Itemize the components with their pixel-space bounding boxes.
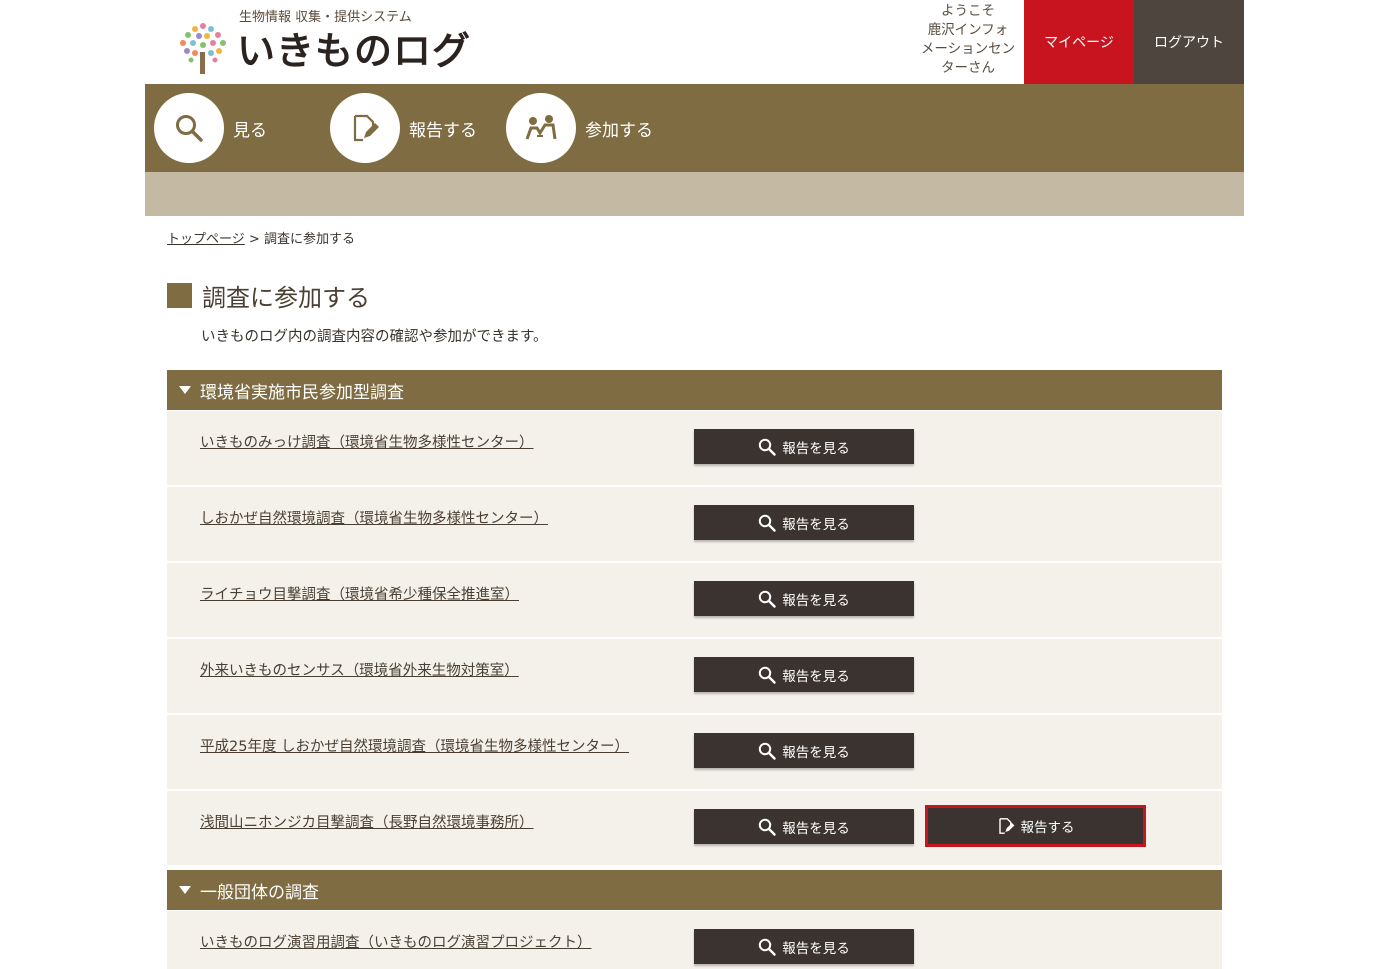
button-label: 報告を見る <box>782 744 850 761</box>
survey-link[interactable]: いきものログ演習用調査（いきものログ演習プロジェクト） <box>200 931 592 952</box>
list-item: いきものログ演習用調査（いきものログ演習プロジェクト） 報告を見る <box>167 911 1222 969</box>
page-wrapper: 生物情報 収集・提供システム いきものログ ようこそ 鹿沢インフォ メーションセ… <box>145 0 1244 216</box>
breadcrumb-separator: > <box>248 232 260 247</box>
nav-circle <box>154 93 224 163</box>
section-title: 一般団体の調査 <box>200 882 319 903</box>
list-item: いきものみっけ調査（環境省生物多様性センター） 報告を見る <box>167 411 1222 485</box>
welcome-line: ターさん <box>941 60 995 76</box>
page-title-text: 調査に参加する <box>202 283 370 312</box>
button-label: 報告を見る <box>782 592 850 609</box>
nav-circle <box>330 93 400 163</box>
nav-item-report[interactable]: 報告する <box>330 93 477 163</box>
list-item: 外来いきものセンサス（環境省外来生物対策室） 報告を見る <box>167 639 1222 713</box>
list-item: しおかぜ自然環境調査（環境省生物多様性センター） 報告を見る <box>167 487 1222 561</box>
nav-item-view[interactable]: 見る <box>154 93 267 163</box>
search-icon <box>759 438 776 456</box>
search-icon <box>176 115 203 142</box>
view-reports-button[interactable]: 報告を見る <box>694 429 914 464</box>
search-icon <box>759 666 776 684</box>
view-reports-button[interactable]: 報告を見る <box>694 929 914 964</box>
search-icon <box>759 514 776 532</box>
site-header: 生物情報 収集・提供システム いきものログ ようこそ 鹿沢インフォ メーションセ… <box>145 0 1244 84</box>
report-icon <box>998 818 1014 834</box>
report-icon <box>353 114 379 142</box>
nav-item-participate[interactable]: 参加する <box>506 93 653 163</box>
search-icon <box>759 590 776 608</box>
nav-circle <box>506 93 576 163</box>
view-reports-button[interactable]: 報告を見る <box>694 581 914 616</box>
list-item: 浅間山ニホンジカ目撃調査（長野自然環境事務所） 報告を見る 報告する <box>167 791 1222 865</box>
search-icon <box>759 818 776 836</box>
survey-link[interactable]: しおかぜ自然環境調査（環境省生物多様性センター） <box>200 507 548 528</box>
breadcrumb-home-link[interactable]: トップページ <box>167 232 245 247</box>
title-marker <box>167 282 192 308</box>
logo-title: いきものログ <box>237 29 472 73</box>
logout-button[interactable]: ログアウト <box>1134 0 1244 84</box>
main-nav: 見る 報告する 参加する <box>145 84 1244 172</box>
welcome-line: 鹿沢インフォ <box>927 22 1009 38</box>
participate-icon <box>525 115 557 140</box>
page-lead: いきものログ内の調査内容の確認や参加ができます。 <box>201 329 548 345</box>
nav-label: 参加する <box>585 120 653 141</box>
button-label: 報告する <box>1020 820 1075 836</box>
breadcrumb-current: 調査に参加する <box>263 232 355 247</box>
nav-label: 見る <box>233 120 267 141</box>
collapse-triangle-icon <box>179 886 191 894</box>
nav-label: 報告する <box>409 120 477 141</box>
page-title: 調査に参加する <box>167 280 370 312</box>
search-icon <box>759 742 776 760</box>
list-item: ライチョウ目撃調査（環境省希少種保全推進室） 報告を見る <box>167 563 1222 637</box>
welcome-line: ようこそ <box>941 3 995 19</box>
button-label: 報告を見る <box>782 440 850 457</box>
survey-link[interactable]: いきものみっけ調査（環境省生物多様性センター） <box>200 431 534 452</box>
view-reports-button[interactable]: 報告を見る <box>694 505 914 540</box>
button-label: 報告を見る <box>782 516 850 533</box>
search-icon <box>759 938 776 956</box>
list-item: 平成25年度 しおかぜ自然環境調査（環境省生物多様性センター） 報告を見る <box>167 715 1222 789</box>
site-logo[interactable]: 生物情報 収集・提供システム いきものログ <box>173 6 473 78</box>
welcome-message: ようこそ 鹿沢インフォ メーションセン ターさん <box>919 2 1017 78</box>
button-label: 報告を見る <box>782 668 850 685</box>
section-header[interactable]: 環境省実施市民参加型調査 <box>167 370 1222 410</box>
mypage-button[interactable]: マイページ <box>1024 0 1134 84</box>
tree-logo-icon <box>180 23 226 74</box>
submit-report-button[interactable]: 報告する <box>925 805 1146 847</box>
section-header[interactable]: 一般団体の調査 <box>167 870 1222 910</box>
survey-link[interactable]: 平成25年度 しおかぜ自然環境調査（環境省生物多様性センター） <box>200 735 629 756</box>
welcome-line: メーションセン <box>920 41 1016 57</box>
view-reports-button[interactable]: 報告を見る <box>694 809 914 844</box>
survey-link[interactable]: 外来いきものセンサス（環境省外来生物対策室） <box>200 659 519 680</box>
collapse-triangle-icon <box>179 386 191 394</box>
survey-link[interactable]: ライチョウ目撃調査（環境省希少種保全推進室） <box>200 583 519 604</box>
view-reports-button[interactable]: 報告を見る <box>694 733 914 768</box>
sub-nav-bar <box>145 172 1244 216</box>
section-title: 環境省実施市民参加型調査 <box>200 382 404 403</box>
button-label: 報告を見る <box>782 820 850 837</box>
view-reports-button[interactable]: 報告を見る <box>694 657 914 692</box>
survey-link[interactable]: 浅間山ニホンジカ目撃調査（長野自然環境事務所） <box>200 811 534 832</box>
breadcrumb: トップページ > 調査に参加する <box>167 228 355 247</box>
button-label: 報告を見る <box>782 940 850 957</box>
